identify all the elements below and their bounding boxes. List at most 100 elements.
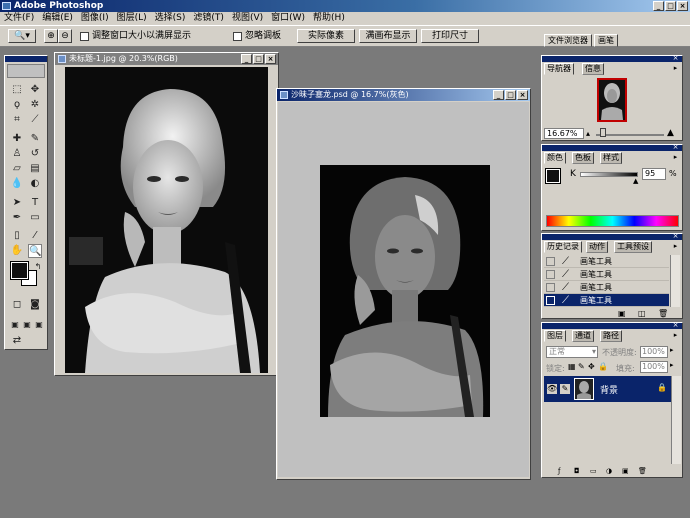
blur-tool-icon[interactable]: 💧 [10,177,24,191]
lock-image-icon[interactable]: ✎ [578,362,585,371]
slice-tool-icon[interactable]: ⟋ [28,113,42,127]
doc2-maximize-button[interactable]: □ [505,90,516,100]
delete-layer-icon[interactable]: 🗑 [638,466,647,476]
zoom-out-mountain-icon[interactable]: ▴ [586,129,590,138]
menu-help[interactable]: 帮助(H) [309,12,349,25]
tab-paths[interactable]: 路径 [600,330,622,342]
toolbox-grip[interactable] [5,56,47,62]
foreground-color-swatch[interactable] [10,261,29,280]
panel-menu-icon[interactable]: ▸ [671,242,680,251]
resize-window-checkbox[interactable] [80,32,89,41]
gradient-tool-icon[interactable]: ▤ [28,162,42,176]
history-item-selected[interactable]: ⟋ 画笔工具 [544,294,669,307]
layer-row-background[interactable]: 👁 ✎ 背景 🔒 [544,376,671,402]
navigator-zoom-slider[interactable] [596,134,664,136]
shape-tool-icon[interactable]: ▭ [28,211,42,225]
layer-visibility-eye-icon[interactable]: 👁 [547,384,557,394]
add-mask-icon[interactable]: ◘ [574,466,580,476]
layer-brush-icon[interactable]: ✎ [560,384,570,394]
history-scrollbar[interactable] [670,255,680,307]
tab-channels[interactable]: 通道 [572,330,594,342]
zoom-out-button[interactable]: ⊖ [58,29,72,43]
tab-swatches[interactable]: 色板 [572,152,594,164]
k-slider-ramp[interactable] [580,172,638,177]
color-foreground-swatch[interactable] [545,168,561,184]
navigator-zoom-field[interactable]: 16.67% [544,128,584,139]
clone-stamp-tool-icon[interactable]: ♙ [10,147,24,161]
layer-style-icon[interactable]: ƒ [558,466,560,476]
healing-brush-tool-icon[interactable]: ✚ [10,132,24,146]
document-2-canvas[interactable] [320,165,490,417]
menu-file[interactable]: 文件(F) [0,12,38,25]
tab-styles[interactable]: 样式 [600,152,622,164]
eyedropper-tool-icon[interactable]: ⁄ [28,229,42,243]
history-item[interactable]: ⟋ 画笔工具 [544,268,669,281]
doc1-maximize-button[interactable]: □ [253,54,264,64]
close-button[interactable]: × [677,1,688,11]
document-1-canvas[interactable] [65,67,268,373]
zoom-in-button[interactable]: ⊕ [44,29,58,43]
zoom-in-mountain-icon[interactable]: ▲ [667,128,674,138]
path-selection-tool-icon[interactable]: ➤ [10,196,24,210]
standard-mode-icon[interactable]: ◻ [10,298,24,312]
tab-brushes[interactable]: 画笔 [594,34,618,47]
fit-on-screen-button[interactable]: 满画布显示 [359,29,417,43]
adobe-online-icon[interactable] [7,64,45,78]
fill-field[interactable]: 100% [640,361,668,373]
eraser-tool-icon[interactable]: ▱ [10,162,24,176]
history-item[interactable]: ⟋ 画笔工具 [544,255,669,268]
tab-tool-presets[interactable]: 工具预设 [614,241,652,253]
adjustment-layer-icon[interactable]: ◑ [606,466,612,476]
screen-mode-full-icon[interactable]: ▣ [32,318,46,332]
tab-file-browser[interactable]: 文件浏览器 [544,34,592,47]
ignore-palettes-checkbox[interactable] [233,32,242,41]
tab-history[interactable]: 历史记录 [544,241,582,253]
doc2-minimize-button[interactable]: _ [493,90,504,100]
opacity-field[interactable]: 100% [640,346,668,358]
dodge-tool-icon[interactable]: ◐ [28,177,42,191]
print-size-button[interactable]: 打印尺寸 [421,29,479,43]
history-brush-tool-icon[interactable]: ↺ [28,147,42,161]
menu-image[interactable]: 图像(I) [77,12,113,25]
type-tool-icon[interactable]: T [28,196,42,210]
document-2-titlebar[interactable]: 沙昧子塞龙.psd @ 16.7%(灰色) _ □ × [277,89,530,101]
doc1-minimize-button[interactable]: _ [241,54,252,64]
layers-scrollbar[interactable] [671,376,681,464]
navigator-slider-thumb[interactable] [600,128,606,137]
menu-window[interactable]: 窗口(W) [267,12,309,25]
panel-menu-icon[interactable]: ▸ [671,331,680,340]
document-1-titlebar[interactable]: 未标题-1.jpg @ 20.3%(RGB) _ □ × [55,53,278,65]
marquee-tool-icon[interactable]: ⬚ [10,83,24,97]
magic-wand-tool-icon[interactable]: ✲ [28,98,42,112]
blend-mode-select[interactable]: 正常 ▾ [546,346,598,358]
history-source-box[interactable] [546,270,555,279]
opacity-arrow-icon[interactable]: ▸ [670,346,674,354]
menu-select[interactable]: 选择(S) [151,12,190,25]
new-snapshot-icon[interactable]: ◫ [638,309,646,318]
delete-state-icon[interactable]: 🗑 [658,309,668,318]
brush-tool-icon[interactable]: ✎ [28,132,42,146]
menu-layer[interactable]: 图层(L) [113,12,151,25]
new-document-from-state-icon[interactable]: ▣ [618,309,626,318]
doc1-close-button[interactable]: × [265,54,276,64]
tab-navigator[interactable]: 导航器 [544,63,574,75]
tab-layers[interactable]: 图层 [544,330,566,342]
tab-info[interactable]: 信息 [582,63,604,75]
move-tool-icon[interactable]: ✥ [28,83,42,97]
notes-tool-icon[interactable]: ▯ [10,229,24,243]
new-set-icon[interactable]: ▭ [590,466,597,476]
zoom-tool-icon[interactable]: 🔍 [28,244,42,258]
menu-view[interactable]: 视图(V) [228,12,267,25]
doc2-close-button[interactable]: × [517,90,528,100]
k-value-field[interactable]: 95 [642,168,666,180]
jump-to-imageready-icon[interactable]: ⇄ [10,334,24,348]
navigator-thumbnail[interactable] [597,78,627,122]
swap-colors-icon[interactable]: ↰ [31,260,45,274]
pen-tool-icon[interactable]: ✒ [10,211,24,225]
actual-pixels-button[interactable]: 实际像素 [297,29,355,43]
hand-tool-icon[interactable]: ✋ [10,244,24,258]
tab-color[interactable]: 颜色 [544,152,566,164]
crop-tool-icon[interactable]: ⌗ [10,113,24,127]
lock-position-icon[interactable]: ✥ [588,362,595,371]
color-ramp[interactable] [546,215,679,227]
